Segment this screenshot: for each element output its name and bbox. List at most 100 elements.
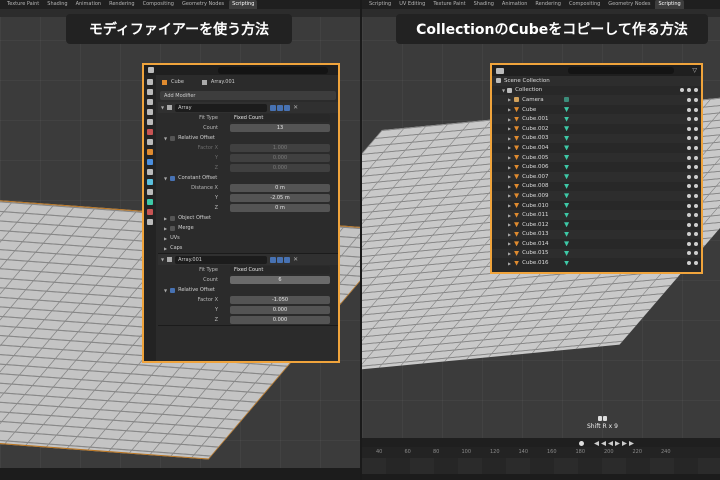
expand-icon[interactable]: ▶ [508, 165, 511, 170]
visibility-toggles[interactable] [687, 184, 698, 189]
distance-y-field[interactable]: -2.05 m [230, 194, 330, 202]
expand-icon[interactable]: ▶ [508, 174, 511, 179]
modifier-wrench-icon[interactable] [147, 159, 153, 165]
object-icon[interactable] [147, 149, 153, 155]
collection-row[interactable]: ▼ Collection [492, 86, 701, 96]
outliner-item[interactable]: ▶ Cube.011 [492, 210, 701, 220]
visibility-toggles[interactable] [687, 136, 698, 141]
eye-icon[interactable] [687, 136, 691, 141]
modifier-name-field[interactable]: Array [175, 103, 268, 112]
visibility-toggles[interactable] [687, 241, 698, 246]
expand-icon[interactable]: ▶ [508, 155, 511, 160]
jump-start-icon[interactable] [594, 441, 599, 446]
outliner-item[interactable]: ▶ Cube.006 [492, 162, 701, 172]
visibility-toggles[interactable] [680, 88, 698, 93]
visibility-toggles[interactable] [687, 251, 698, 256]
camera-render-icon[interactable] [694, 136, 698, 141]
timeline-ruler[interactable]: 40 60 80 100 120 140 160 180 200 220 240 [362, 448, 720, 456]
eye-icon[interactable] [687, 174, 691, 179]
eye-icon[interactable] [687, 107, 691, 112]
expand-icon[interactable]: ▶ [508, 222, 511, 227]
outliner-item[interactable]: ▶ Cube.012 [492, 220, 701, 230]
camera-render-icon[interactable] [694, 261, 698, 266]
tab-texture-paint[interactable]: Texture Paint [4, 0, 42, 9]
mesh-data-icon[interactable] [564, 155, 570, 161]
mesh-data-icon[interactable] [564, 260, 570, 266]
caps-section[interactable]: ▶ Caps [158, 243, 338, 253]
edit-mode-toggle[interactable] [270, 104, 277, 111]
record-icon[interactable] [579, 441, 584, 446]
tab-compositing[interactable]: Compositing [566, 0, 603, 9]
visibility-toggles[interactable] [687, 145, 698, 150]
expand-icon[interactable]: ▶ [508, 241, 511, 246]
visibility-toggles[interactable] [687, 261, 698, 266]
constant-offset-checkbox[interactable] [170, 175, 176, 181]
modifier-name-field[interactable]: Array.001 [175, 255, 268, 264]
mesh-data-icon[interactable] [564, 250, 570, 256]
tab-rendering[interactable]: Rendering [532, 0, 564, 9]
camera-render-icon[interactable] [694, 165, 698, 170]
relative-offset-checkbox[interactable] [170, 135, 176, 141]
uvs-section[interactable]: ▶ UVs [158, 233, 338, 243]
mesh-data-icon[interactable] [564, 174, 570, 180]
tab-scripting[interactable]: Scripting [655, 0, 684, 9]
eye-icon[interactable] [687, 155, 691, 160]
camera-render-icon[interactable] [694, 97, 698, 102]
eye-icon[interactable] [687, 261, 691, 266]
factor-y-field[interactable]: 0.000 [230, 306, 330, 314]
viewport-toggle[interactable] [277, 104, 284, 111]
outliner-item[interactable]: ▶ Camera [492, 95, 701, 105]
count-field[interactable]: 13 [230, 124, 330, 132]
object-offset-checkbox[interactable] [170, 215, 176, 221]
add-modifier-button[interactable]: Add Modifier [160, 91, 336, 100]
collapse-icon[interactable]: ▼ [161, 105, 164, 110]
editor-type-icon[interactable] [148, 67, 154, 73]
expand-icon[interactable]: ▶ [508, 97, 511, 102]
visibility-toggles[interactable] [687, 97, 698, 102]
eye-icon[interactable] [687, 97, 691, 102]
close-icon[interactable]: ✕ [293, 104, 298, 111]
outliner-item[interactable]: ▶ Cube.002 [492, 124, 701, 134]
scene-collection-row[interactable]: Scene Collection [492, 76, 701, 86]
distance-x-field[interactable]: 0 m [230, 184, 330, 192]
expand-icon[interactable]: ▶ [508, 117, 511, 122]
camera-render-icon[interactable] [694, 232, 698, 237]
fit-type-select[interactable]: Fixed Count [230, 266, 330, 274]
filter-icon[interactable]: ▽ [692, 67, 697, 74]
expand-icon[interactable]: ▶ [508, 193, 511, 198]
outliner-item[interactable]: ▶ Cube.001 [492, 114, 701, 124]
eye-icon[interactable] [687, 213, 691, 218]
visibility-toggles[interactable] [687, 232, 698, 237]
jump-end-icon[interactable] [629, 441, 634, 446]
world-icon[interactable] [147, 129, 153, 135]
expand-icon[interactable]: ▶ [508, 126, 511, 131]
camera-data-icon[interactable] [564, 97, 570, 103]
eye-icon[interactable] [687, 184, 691, 189]
outliner-item[interactable]: ▶ Cube.015 [492, 248, 701, 259]
outliner-item[interactable]: ▶ Cube [492, 105, 701, 115]
mesh-data-icon[interactable] [564, 116, 570, 122]
tab-rendering[interactable]: Rendering [106, 0, 138, 9]
collapse-icon[interactable]: ▼ [161, 257, 164, 262]
tab-shading[interactable]: Shading [44, 0, 70, 9]
mesh-data-icon[interactable] [564, 183, 570, 189]
visibility-toggles[interactable] [687, 155, 698, 160]
visibility-toggles[interactable] [687, 193, 698, 198]
physics-icon[interactable] [147, 179, 153, 185]
visibility-toggles[interactable] [687, 222, 698, 227]
tab-uv-editing[interactable]: UV Editing [396, 0, 428, 9]
factor-x-field[interactable]: 1.000 [230, 144, 330, 152]
expand-icon[interactable]: ▶ [508, 203, 511, 208]
visibility-toggles[interactable] [687, 213, 698, 218]
camera-render-icon[interactable] [694, 251, 698, 256]
outliner-item[interactable]: ▶ Cube.005 [492, 152, 701, 163]
expand-icon[interactable]: ▶ [508, 261, 511, 266]
relative-offset-checkbox[interactable] [170, 287, 176, 293]
mesh-data-icon[interactable] [564, 212, 570, 218]
expand-icon[interactable]: ▶ [508, 213, 511, 218]
expand-icon[interactable]: ▶ [508, 136, 511, 141]
tab-scripting-prev[interactable]: Scripting [366, 0, 394, 9]
camera-render-icon[interactable] [694, 117, 698, 122]
object-offset-section[interactable]: ▶ Object Offset [158, 213, 338, 223]
mesh-data-icon[interactable] [564, 145, 570, 151]
